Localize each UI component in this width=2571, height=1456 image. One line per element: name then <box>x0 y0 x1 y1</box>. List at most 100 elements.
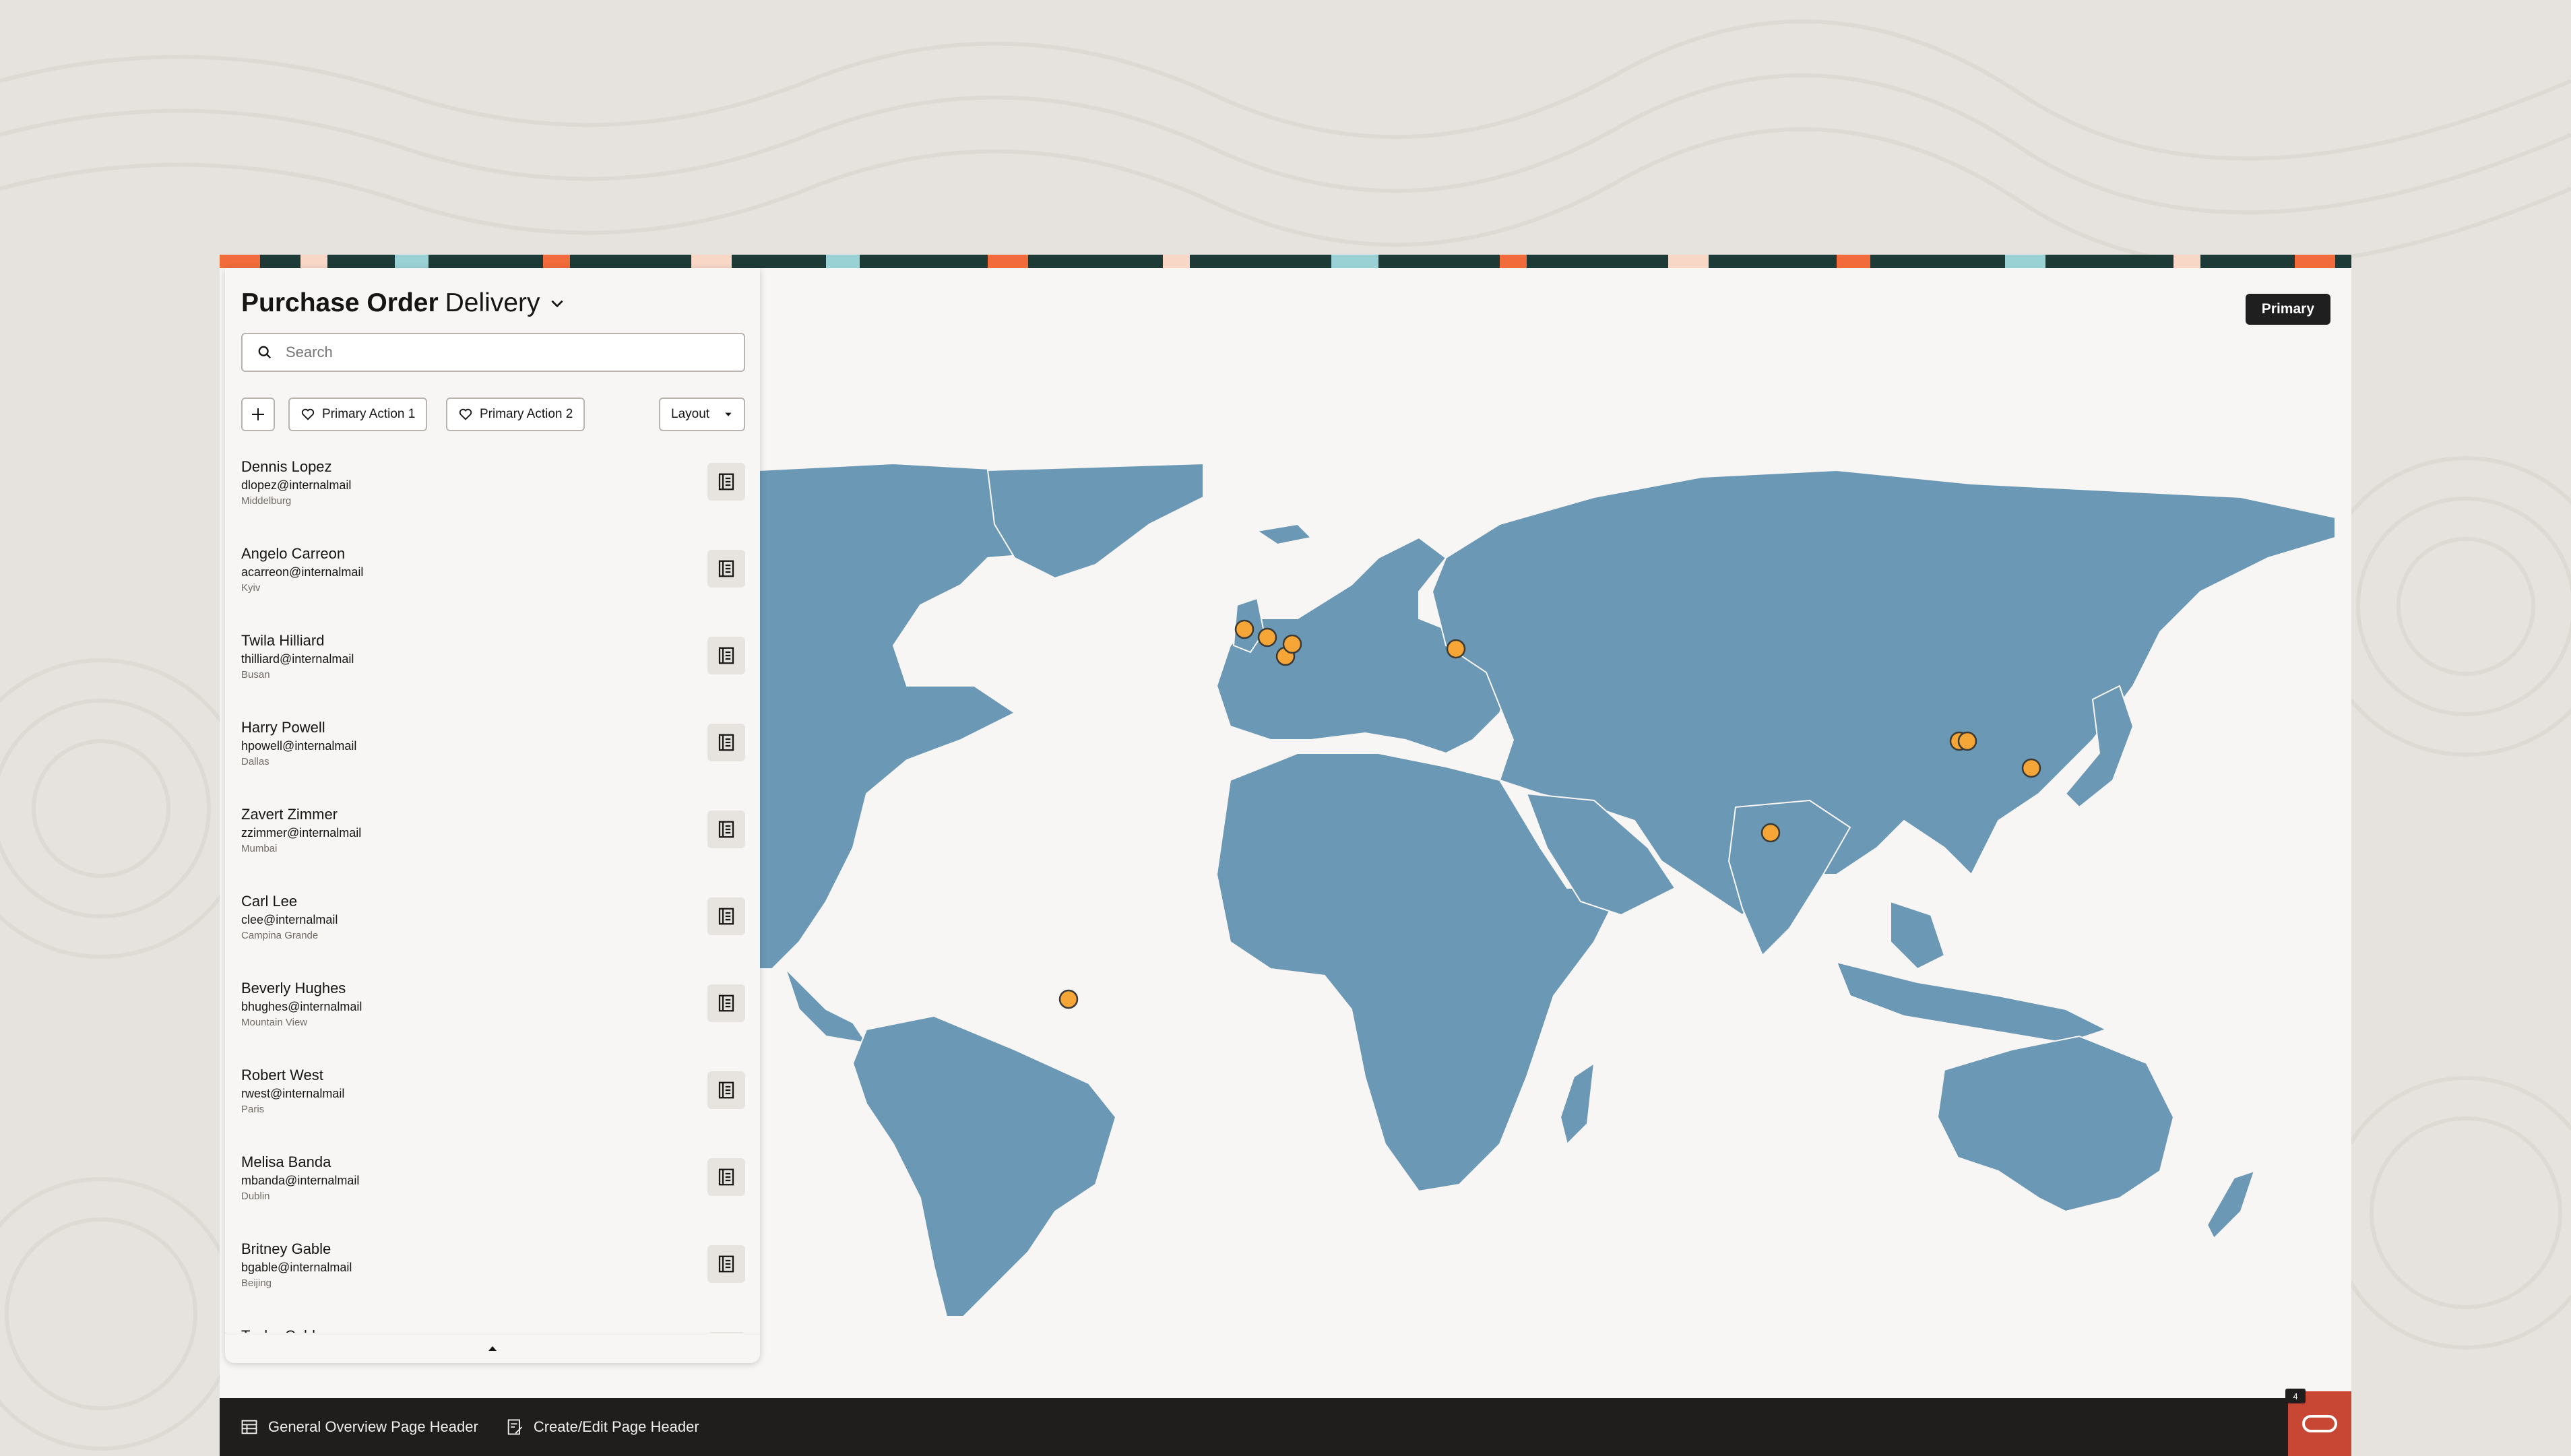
contact-name: Carl Lee <box>241 893 298 910</box>
layout-dropdown[interactable]: Layout <box>659 398 745 431</box>
oracle-logo-icon <box>2302 1415 2337 1432</box>
contact-city: Campina Grande <box>241 930 319 941</box>
central-america-land <box>785 968 868 1044</box>
australia-land <box>1936 1035 2175 1213</box>
details-button[interactable] <box>707 897 745 935</box>
contact-city: Mountain View <box>241 1017 308 1028</box>
contact-city: Kyiv <box>241 582 261 594</box>
app-window: Primary Purchase Order Delivery Search P… <box>220 255 2351 1456</box>
details-button[interactable] <box>707 550 745 588</box>
madagascar-land <box>1559 1061 1595 1145</box>
contact-email: clee@internalmail <box>241 913 338 926</box>
general-overview-label: General Overview Page Header <box>268 1418 478 1435</box>
india-land <box>1727 799 1851 957</box>
edit-form-icon <box>507 1419 522 1435</box>
list-item[interactable]: Angelo Carreon acarreon@internalmail Kyi… <box>225 532 760 619</box>
document-icon <box>718 560 734 577</box>
document-icon <box>718 1081 734 1099</box>
marker-paris <box>1282 634 1302 654</box>
panel-toolbar: Primary Action 1 Primary Action 2 Layout <box>241 398 747 431</box>
details-button[interactable] <box>707 637 745 674</box>
indonesia-land <box>1835 961 2108 1044</box>
layout-label: Layout <box>671 407 710 421</box>
document-icon <box>718 473 734 490</box>
list-item[interactable]: Dennis Lopez dlopez@internalmail Middelb… <box>225 445 760 532</box>
marker-beijing-2 <box>1957 731 1977 751</box>
contact-city: Dublin <box>241 1191 270 1202</box>
sea-islands-land <box>1890 900 1946 970</box>
list-panel: Purchase Order Delivery Search Primary A… <box>225 268 760 1363</box>
search-field[interactable] <box>241 333 745 372</box>
contact-email: bhughes@internalmail <box>241 1000 362 1013</box>
document-icon <box>718 734 734 751</box>
search-input[interactable] <box>284 343 718 362</box>
contact-name: Robert West <box>241 1067 323 1083</box>
contact-name: Melisa Banda <box>241 1153 331 1170</box>
contact-name: Dennis Lopez <box>241 458 332 475</box>
contact-name: Harry Powell <box>241 719 325 736</box>
marker-kyiv <box>1446 639 1466 659</box>
primary-action-1-label: Primary Action 1 <box>322 407 416 421</box>
contact-email: mbanda@internalmail <box>241 1174 360 1187</box>
create-edit-label: Create/Edit Page Header <box>533 1418 699 1435</box>
add-button[interactable] <box>241 398 275 431</box>
search-icon <box>258 346 272 359</box>
marker-mumbai <box>1760 823 1781 843</box>
details-button[interactable] <box>707 724 745 761</box>
list-item[interactable]: Carl Lee clee@internalmail Campina Grand… <box>225 879 760 966</box>
contact-email: dlopez@internalmail <box>241 478 352 492</box>
decorative-banner <box>220 255 2351 268</box>
details-button[interactable] <box>707 463 745 501</box>
primary-action-1-button[interactable]: Primary Action 1 <box>288 398 428 431</box>
new-zealand-land <box>2206 1170 2256 1240</box>
contact-name: Zavert Zimmer <box>241 806 338 823</box>
contact-city: Mumbai <box>241 843 278 854</box>
document-icon <box>718 821 734 838</box>
plus-icon <box>252 408 264 420</box>
panel-title-bold: Purchase Order <box>241 288 439 317</box>
details-button[interactable] <box>707 811 745 848</box>
chevron-down-icon[interactable] <box>548 294 566 312</box>
footer-bar: General Overview Page Header Create/Edit… <box>220 1398 2351 1456</box>
details-button[interactable] <box>707 1245 745 1283</box>
marker-middelburg <box>1257 627 1277 647</box>
details-button[interactable] <box>707 984 745 1022</box>
collapse-handle[interactable] <box>225 1333 760 1363</box>
contact-name: Twila Hilliard <box>241 632 325 649</box>
list-item[interactable]: Beverly Hughes bhughes@internalmail Moun… <box>225 966 760 1053</box>
create-edit-link[interactable]: Create/Edit Page Header <box>505 1418 699 1436</box>
contact-name: Beverly Hughes <box>241 980 346 996</box>
contact-email: thilliard@internalmail <box>241 652 354 666</box>
list-item[interactable]: Harry Powell hpowell@internalmail Dallas <box>225 705 760 792</box>
chevron-up-icon <box>488 1346 497 1351</box>
heart-icon <box>459 408 472 420</box>
document-icon <box>718 1255 734 1273</box>
details-button[interactable] <box>707 1158 745 1196</box>
contact-email: bgable@internalmail <box>241 1261 352 1274</box>
list-item[interactable]: Britney Gable bgable@internalmail Beijin… <box>225 1227 760 1314</box>
iceland-land <box>1255 523 1313 546</box>
marker-dublin <box>1234 619 1255 639</box>
document-icon <box>718 908 734 925</box>
details-button[interactable] <box>707 1071 745 1109</box>
general-overview-link[interactable]: General Overview Page Header <box>240 1418 478 1436</box>
contact-city: Paris <box>241 1104 265 1115</box>
contact-email: hpowell@internalmail <box>241 739 357 753</box>
document-icon <box>718 994 734 1012</box>
contact-email: rwest@internalmail <box>241 1087 345 1100</box>
primary-action-2-label: Primary Action 2 <box>480 407 573 421</box>
panel-title[interactable]: Purchase Order Delivery <box>241 288 566 318</box>
list-item[interactable]: Twila Hilliard thilliard@internalmail Bu… <box>225 619 760 705</box>
contact-city: Dallas <box>241 756 269 767</box>
table-icon <box>241 1420 257 1434</box>
greenland-land <box>986 462 1204 579</box>
list-item[interactable]: Melisa Banda mbanda@internalmail Dublin <box>225 1140 760 1227</box>
list-item[interactable]: Zavert Zimmer zzimmer@internalmail Mumba… <box>225 792 760 879</box>
document-icon <box>718 647 734 664</box>
primary-action-2-button[interactable]: Primary Action 2 <box>446 398 585 431</box>
contact-list: Dennis Lopez dlopez@internalmail Middelb… <box>225 445 760 1363</box>
list-item[interactable]: Robert West rwest@internalmail Paris <box>225 1053 760 1140</box>
contact-name: Angelo Carreon <box>241 545 346 562</box>
panel-title-dropdown[interactable]: Delivery <box>445 288 540 318</box>
primary-button[interactable]: Primary <box>2245 294 2330 325</box>
